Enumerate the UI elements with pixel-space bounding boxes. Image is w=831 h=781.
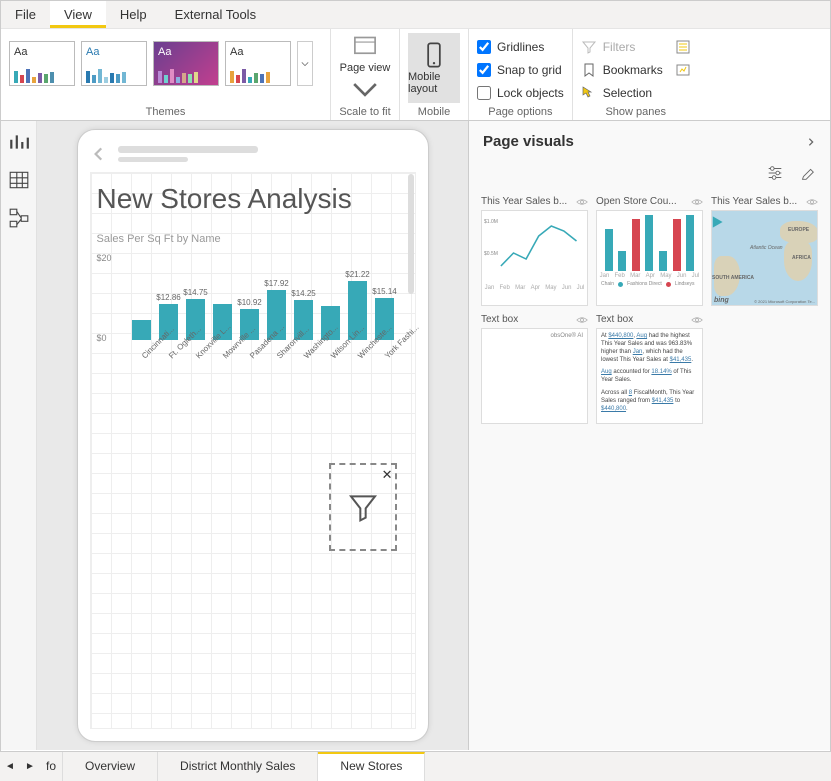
visible-icon[interactable] [691,196,703,208]
menu-file[interactable]: File [1,1,50,28]
page-tab-new-stores[interactable]: New Stores [318,752,425,781]
visible-icon[interactable] [576,314,588,326]
selection-icon [581,85,597,101]
tab-nav-prev[interactable]: ◄ [0,752,20,781]
page-tab-partial[interactable]: fo [40,752,63,781]
theme-thumb-2[interactable]: Aa [81,41,147,86]
visible-icon[interactable] [691,314,703,326]
report-title: New Stores Analysis [97,183,409,215]
phone-layout-grid[interactable]: New Stores Analysis Sales Per Sq Ft by N… [90,172,416,729]
lock-objects-checkbox[interactable]: Lock objects [477,83,564,103]
group-label-mobile: Mobile [408,104,460,118]
menu-view[interactable]: View [50,1,106,28]
ribbon: Aa Aa Aa Aa [1,29,830,121]
panel-title: Page visuals [483,133,574,150]
selection-pane-button[interactable]: Selection [581,83,663,103]
chevron-right-icon[interactable] [806,137,816,147]
theme-thumb-3[interactable]: Aa [153,41,219,86]
phone-frame: New Stores Analysis Sales Per Sq Ft by N… [77,129,429,742]
filter-visual-placeholder[interactable]: ✕ [329,463,397,551]
eraser-icon[interactable] [798,164,816,182]
page-view-button[interactable]: Page view [339,33,391,103]
themes-dropdown[interactable] [297,41,313,86]
play-icon [711,215,724,229]
menu-bar: File View Help External Tools [1,1,830,29]
page-tab-district[interactable]: District Monthly Sales [158,752,318,781]
sync-slicers-button[interactable] [675,37,691,57]
chevron-down-icon [351,76,379,103]
visual-tile-map[interactable]: This Year Sales b... EUROPE AFRICA SOUTH… [711,196,818,306]
visual-tile-clustered-bar[interactable]: Open Store Cou... JanFebMarAprMayJunJul … [596,196,703,306]
menu-external-tools[interactable]: External Tools [161,1,270,28]
y-axis: $20 $0 [97,253,112,343]
gridlines-checkbox[interactable]: Gridlines [477,37,564,57]
perf-icon [675,62,691,78]
model-view-button[interactable] [8,207,30,229]
filter-icon [581,39,597,55]
snap-to-grid-checkbox[interactable]: Snap to grid [477,60,564,80]
page-visuals-panel: Page visuals This Year Sales b... $1.0M … [468,121,830,750]
close-icon[interactable]: ✕ [382,467,393,483]
bar-chart[interactable]: $20 $0 Cincinnati...$12.86Ft. Ogleth...$… [97,253,409,363]
visible-icon[interactable] [806,196,818,208]
bookmark-icon [581,62,597,78]
sliders-icon[interactable] [766,164,784,182]
filters-pane-button[interactable]: Filters [581,37,663,57]
mobile-layout-button[interactable]: Mobile layout [408,33,460,103]
group-label-scale: Scale to fit [339,104,391,118]
funnel-icon [347,491,379,523]
visual-tile-textbox-2[interactable]: Text box At $440,800, Aug had the highes… [596,314,703,424]
bookmarks-pane-button[interactable]: Bookmarks [581,60,663,80]
chart-subtitle: Sales Per Sq Ft by Name [97,233,409,245]
mobile-canvas: New Stores Analysis Sales Per Sq Ft by N… [37,121,468,750]
page-tabs: ◄ ► fo Overview District Monthly Sales N… [0,751,831,781]
left-nav-rail [1,121,37,750]
slicer-icon [675,39,691,55]
group-label-themes: Themes [9,104,322,118]
group-label-page-options: Page options [477,104,564,118]
theme-thumb-4[interactable]: Aa [225,41,291,86]
visible-icon[interactable] [576,196,588,208]
phone-back-icon[interactable] [90,145,108,163]
visual-tile-line[interactable]: This Year Sales b... $1.0M $0.5M JanFebM… [481,196,588,306]
report-view-button[interactable] [8,131,30,153]
theme-thumb-1[interactable]: Aa [9,41,75,86]
visual-tile-textbox-1[interactable]: Text box obsOne® AI [481,314,588,424]
page-tab-overview[interactable]: Overview [63,752,158,781]
menu-help[interactable]: Help [106,1,161,28]
group-label-show-panes: Show panes [581,104,691,118]
performance-button[interactable] [675,60,691,80]
tab-nav-next[interactable]: ► [20,752,40,781]
data-view-button[interactable] [8,169,30,191]
